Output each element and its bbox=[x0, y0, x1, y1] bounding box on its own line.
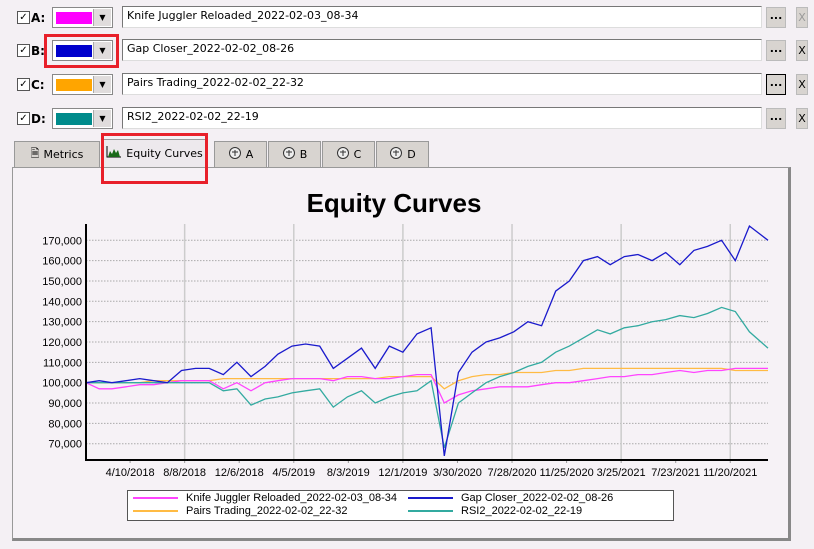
y-tick-label: 90,000 bbox=[48, 398, 82, 410]
y-tick-label: 80,000 bbox=[48, 418, 82, 430]
x-tick-label: 3/30/2020 bbox=[433, 467, 482, 479]
y-tick-label: 110,000 bbox=[43, 357, 82, 369]
x-tick-label: 3/25/2021 bbox=[597, 467, 646, 479]
x-tick-label: 4/10/2018 bbox=[106, 467, 155, 479]
y-tick-label: 70,000 bbox=[48, 439, 82, 451]
equity-chart: Equity Curves 70,000 80,000 90,000 100,000 1… bbox=[42, 188, 769, 479]
x-tick-label: 12/1/2019 bbox=[378, 467, 427, 479]
x-tick-label: 7/23/2021 bbox=[651, 467, 700, 479]
x-tick-label: 4/5/2019 bbox=[272, 467, 315, 479]
series-line-3 bbox=[86, 306, 769, 448]
legend-item: RSI2_2022-02-02_22-19 bbox=[408, 505, 582, 517]
legend-swatch bbox=[133, 497, 178, 499]
series-line-2 bbox=[86, 367, 768, 390]
x-tick-label: 8/3/2019 bbox=[327, 467, 370, 479]
legend-swatch bbox=[408, 497, 453, 499]
y-tick-label: 130,000 bbox=[42, 317, 82, 329]
highlight-box-b-color bbox=[44, 34, 119, 68]
chart-title: Equity Curves bbox=[307, 188, 482, 218]
y-tick-label: 100,000 bbox=[42, 378, 82, 390]
series-line-0 bbox=[85, 367, 768, 404]
x-tick-label: 12/6/2018 bbox=[215, 467, 264, 479]
legend-label: Knife Juggler Reloaded_2022-02-03_08-34 bbox=[186, 492, 397, 504]
highlight-box-equity-tab bbox=[101, 133, 208, 184]
y-tick-label: 140,000 bbox=[42, 296, 82, 308]
legend-item: Knife Juggler Reloaded_2022-02-03_08-34 bbox=[133, 492, 397, 504]
y-tick-label: 160,000 bbox=[42, 256, 82, 268]
x-tick-label: 11/20/2021 bbox=[703, 467, 757, 479]
y-tick-label: 150,000 bbox=[42, 276, 82, 288]
y-tick-label: 170,000 bbox=[42, 235, 82, 247]
legend-label: Pairs Trading_2022-02-02_22-32 bbox=[186, 505, 348, 517]
legend-item: Pairs Trading_2022-02-02_22-32 bbox=[133, 505, 347, 517]
x-tick-label: 8/8/2018 bbox=[163, 467, 206, 479]
y-tick-label: 120,000 bbox=[42, 337, 82, 349]
x-tick-label: 11/25/2020 bbox=[539, 467, 593, 479]
legend-item: Gap Closer_2022-02-02_08-26 bbox=[408, 492, 613, 504]
legend-label: RSI2_2022-02-02_22-19 bbox=[461, 505, 583, 517]
x-tick-label: 7/28/2020 bbox=[488, 467, 537, 479]
legend-label: Gap Closer_2022-02-02_08-26 bbox=[461, 492, 614, 504]
chart-legend: Knife Juggler Reloaded_2022-02-03_08-34 G… bbox=[127, 490, 674, 521]
legend-swatch bbox=[408, 510, 453, 512]
legend-swatch bbox=[133, 510, 178, 512]
